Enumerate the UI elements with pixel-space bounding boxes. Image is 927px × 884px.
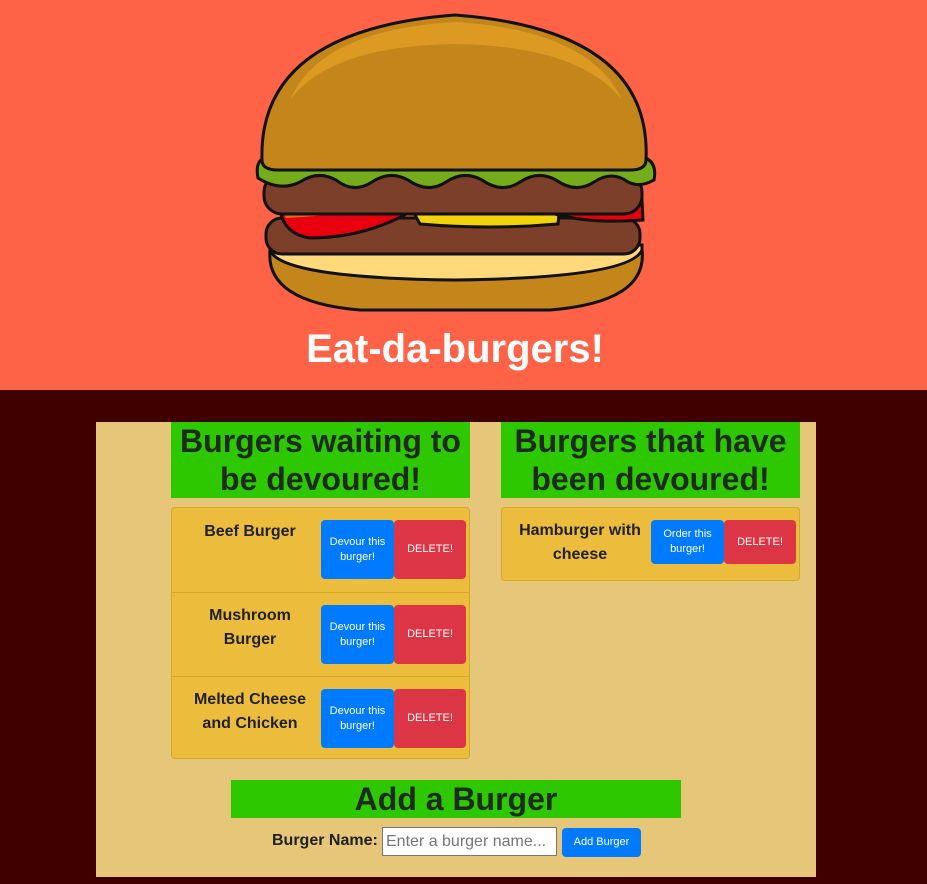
devour-button[interactable]: Devour this burger!	[321, 520, 394, 579]
devour-button[interactable]: Devour this burger!	[321, 689, 394, 748]
burger-name-input[interactable]	[382, 827, 557, 856]
burger-name-label: Burger Name:	[272, 832, 378, 849]
order-button[interactable]: Order this burger!	[651, 520, 724, 564]
burger-name: Mushroom Burger	[209, 607, 291, 648]
delete-button[interactable]: DELETE!	[724, 520, 796, 564]
waiting-burger-list: Beef Burger Devour this burger! DELETE! …	[171, 507, 470, 759]
add-burger-button[interactable]: Add Burger	[562, 828, 641, 857]
list-item: Melted Cheese and Chicken Devour this bu…	[172, 676, 469, 760]
add-burger-heading: Add a Burger	[231, 780, 681, 818]
devour-button[interactable]: Devour this burger!	[321, 605, 394, 664]
burger-name: Hamburger with cheese	[519, 522, 641, 563]
list-item: Hamburger with cheese Order this burger!…	[502, 508, 799, 582]
page-title: Eat-da-burgers!	[306, 327, 604, 371]
burger-name: Melted Cheese and Chicken	[193, 691, 307, 732]
delete-button[interactable]: DELETE!	[394, 689, 466, 748]
burger-illustration-icon	[255, 13, 657, 312]
devoured-burger-list: Hamburger with cheese Order this burger!…	[501, 507, 800, 581]
hero-banner: Eat-da-burgers!	[0, 0, 927, 390]
burger-name: Beef Burger	[204, 523, 296, 540]
devoured-heading: Burgers that have been devoured!	[501, 422, 800, 498]
waiting-heading: Burgers waiting to be devoured!	[171, 422, 470, 498]
list-item: Mushroom Burger Devour this burger! DELE…	[172, 592, 469, 676]
list-item: Beef Burger Devour this burger! DELETE!	[172, 508, 469, 592]
delete-button[interactable]: DELETE!	[394, 605, 466, 664]
delete-button[interactable]: DELETE!	[394, 520, 466, 579]
